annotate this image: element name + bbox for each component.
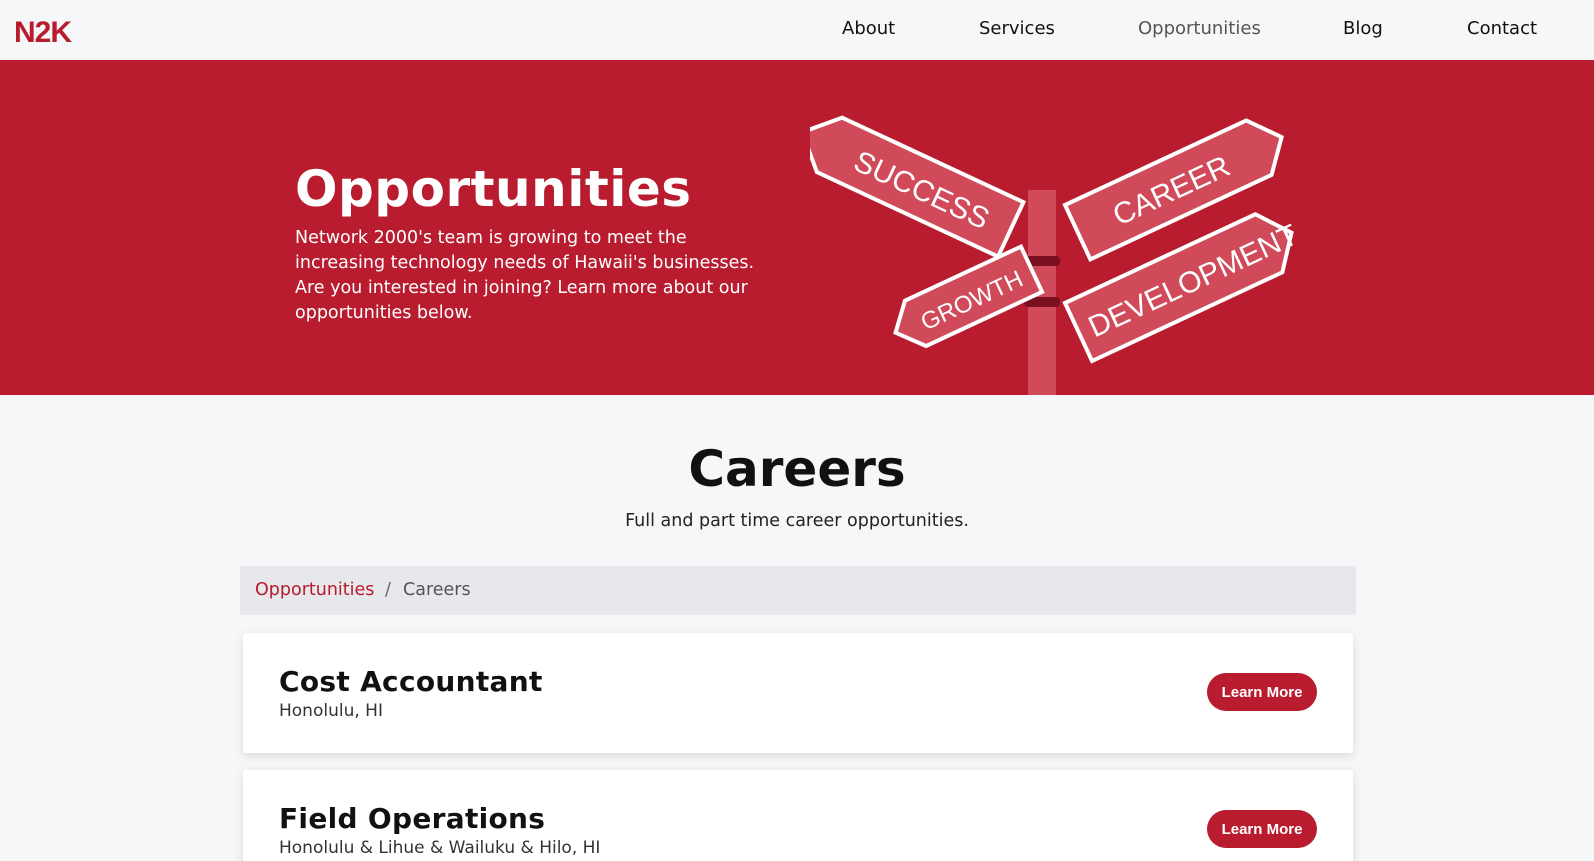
learn-more-button[interactable]: Learn More [1207, 673, 1317, 711]
sign-success: SUCCESS [810, 115, 1027, 260]
svg-text:N2K: N2K [14, 17, 72, 45]
job-title: Field Operations [279, 802, 546, 835]
job-location: Honolulu, HI [279, 701, 383, 721]
hero-banner: Opportunities Network 2000's team is gro… [0, 60, 1594, 395]
nav-about[interactable]: About [842, 18, 895, 39]
job-title: Cost Accountant [279, 665, 543, 698]
signpost-illustration: SUCCESS CAREER GROWTH DEVELOPMENT [810, 115, 1303, 395]
careers-heading: Careers [688, 440, 906, 498]
hero-description: Network 2000's team is growing to meet t… [295, 228, 755, 323]
hero-title: Opportunities [295, 160, 692, 218]
n2k-logo[interactable]: N2K [14, 17, 110, 45]
nav-blog[interactable]: Blog [1343, 18, 1383, 39]
job-location: Honolulu & Lihue & Wailuku & Hilo, HI [279, 838, 601, 858]
breadcrumb-separator: / [385, 580, 391, 600]
learn-more-button[interactable]: Learn More [1207, 810, 1317, 848]
breadcrumb: Opportunities / Careers [240, 566, 1356, 615]
sign-growth: GROWTH [893, 243, 1045, 349]
nav-opportunities[interactable]: Opportunities [1138, 18, 1261, 39]
nav-services[interactable]: Services [979, 18, 1055, 39]
top-navbar: N2K About Services Opportunities Blog Co… [0, 0, 1594, 60]
job-card: Cost Accountant Honolulu, HI Learn More [243, 633, 1353, 753]
job-card: Field Operations Honolulu & Lihue & Wail… [243, 770, 1353, 861]
nav-contact[interactable]: Contact [1467, 18, 1537, 39]
careers-subtitle: Full and part time career opportunities. [625, 511, 969, 531]
breadcrumb-opportunities-link[interactable]: Opportunities [255, 580, 374, 600]
breadcrumb-current: Careers [403, 580, 471, 600]
